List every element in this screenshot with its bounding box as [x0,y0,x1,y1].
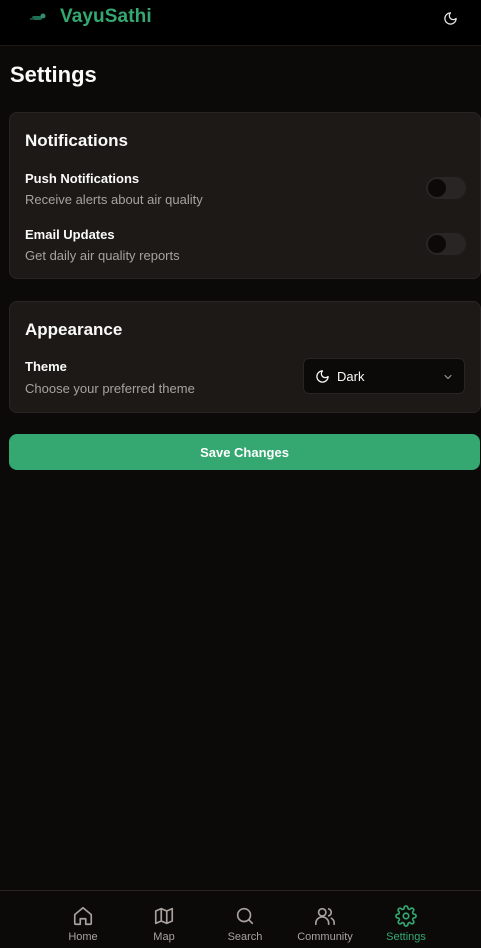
app-header: VayuSathi [0,0,481,46]
email-updates-toggle[interactable] [426,233,466,255]
email-updates-title: Email Updates [25,227,115,242]
moon-icon [443,11,457,25]
nav-label-settings: Settings [386,931,426,943]
theme-select[interactable]: Dark [303,358,465,394]
push-notifications-toggle[interactable] [426,177,466,199]
nav-item-settings[interactable]: Settings [366,891,446,948]
chevron-down-icon [444,375,452,379]
notifications-card: Notifications Push Notifications Receive… [9,112,481,279]
theme-description: Choose your preferred theme [25,381,195,396]
nav-item-map[interactable]: Map [124,891,204,948]
theme-toggle-button[interactable] [440,8,460,28]
nav-label-home: Home [68,931,98,943]
theme-title: Theme [25,359,67,374]
notifications-title: Notifications [25,131,128,150]
bottom-nav: Home Map Search Community Settings [0,890,481,948]
home-icon [73,906,93,926]
app-root: VayuSathi Settings Notifications Push No… [0,0,481,948]
map-icon [154,907,174,925]
push-notifications-title: Push Notifications [25,171,140,186]
nav-item-search[interactable]: Search [205,891,285,948]
appearance-card: Appearance Theme Choose your preferred t… [9,301,481,413]
search-icon [236,907,254,925]
nav-label-community: Community [297,931,353,943]
users-icon [315,907,335,926]
page-title: Settings [10,62,97,87]
moon-icon [316,370,329,383]
save-changes-button[interactable]: Save Changes [9,434,480,470]
email-updates-description: Get daily air quality reports [25,248,180,263]
push-notifications-description: Receive alerts about air quality [25,192,203,207]
brand[interactable]: VayuSathi [30,6,152,28]
nav-label-search: Search [227,931,263,943]
app-name: VayuSathi [60,6,152,27]
nav-item-community[interactable]: Community [285,891,365,948]
appearance-title: Appearance [25,320,123,339]
nav-item-home[interactable]: Home [43,891,123,948]
toggle-knob [428,179,446,197]
toggle-knob [428,235,446,253]
nav-label-map: Map [153,931,175,943]
theme-select-value: Dark [337,369,365,384]
logo-icon [30,13,46,20]
gear-icon [395,905,417,927]
